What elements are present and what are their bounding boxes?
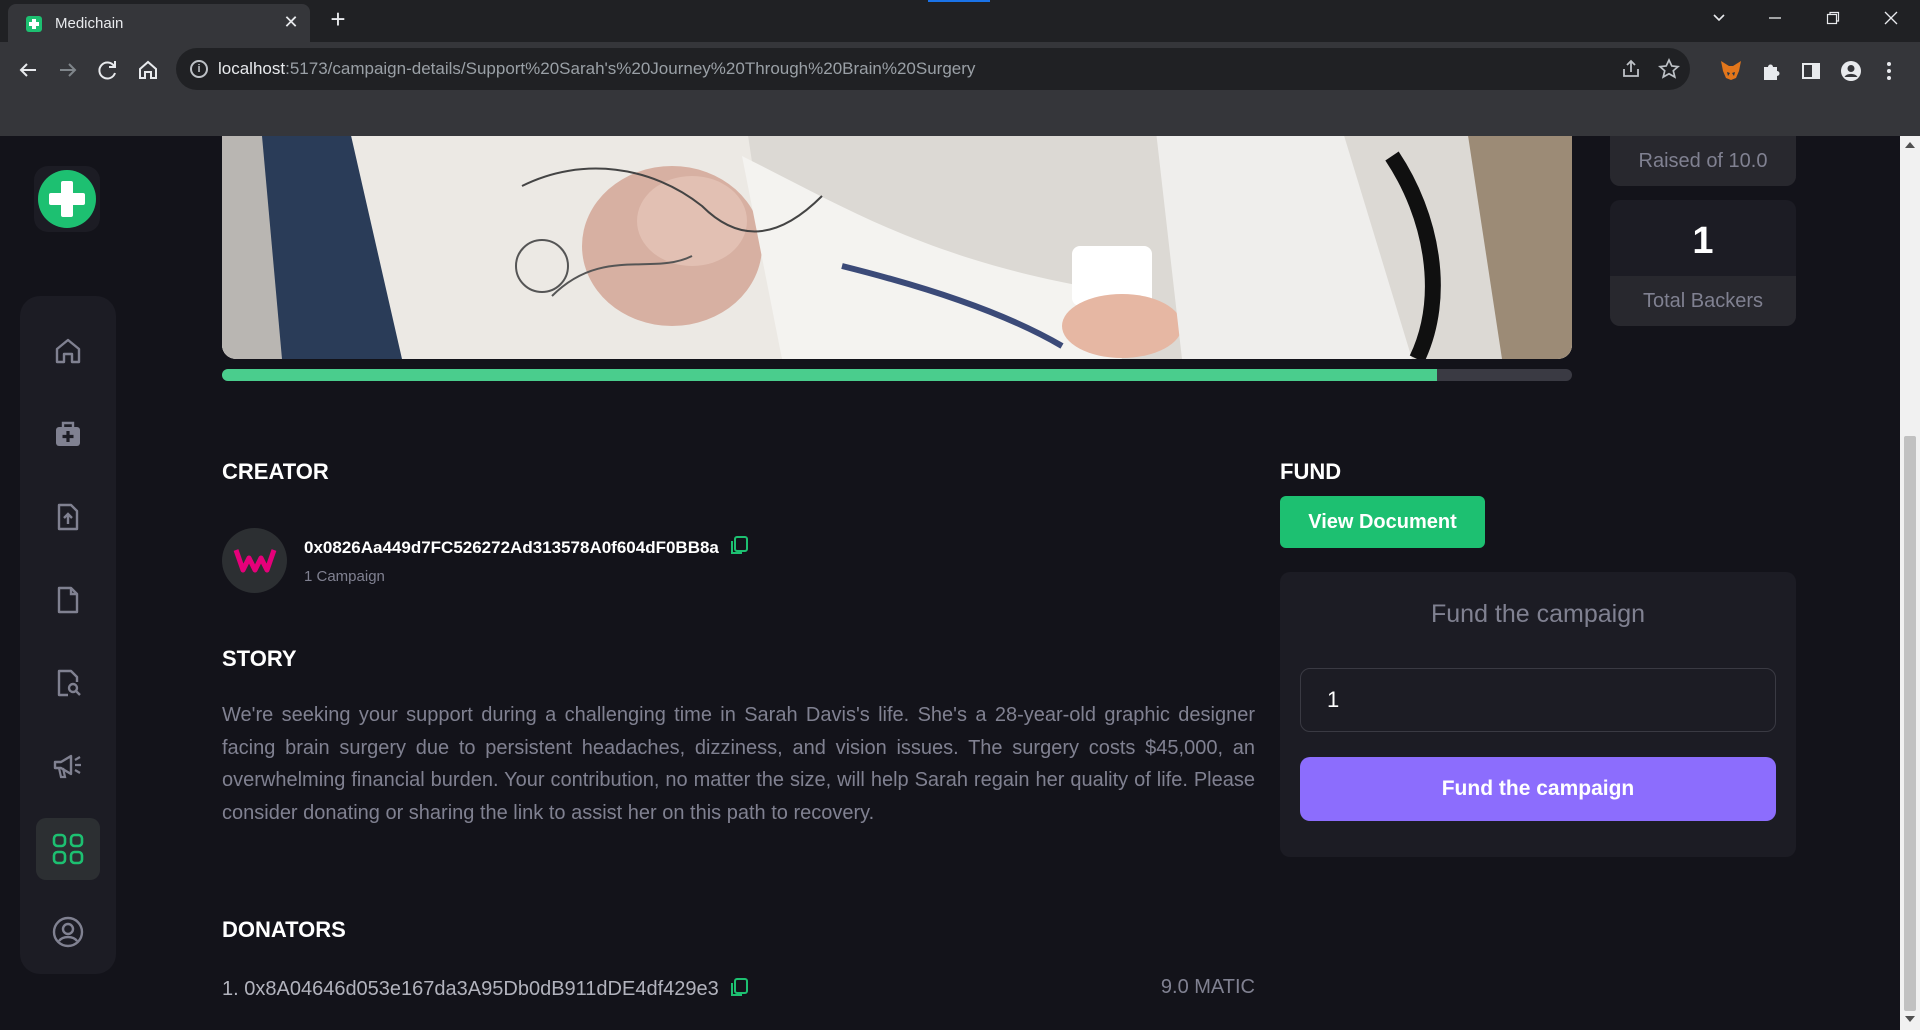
home-browser-icon[interactable] [134,56,162,84]
url-text: localhost:5173/campaign-details/Support%… [218,59,975,79]
metamask-fox-icon[interactable] [1719,58,1741,80]
campaign-image [222,136,1572,359]
creator-avatar [222,528,287,593]
browser-toolbar: i localhost:5173/campaign-details/Suppor… [0,42,1920,98]
browser-tab[interactable]: Medichain ✕ [8,4,310,42]
tab-search-icon[interactable] [1704,6,1734,32]
tab-title: Medichain [55,15,124,32]
fund-amount-input[interactable] [1300,668,1776,732]
medichain-favicon-icon [26,16,42,32]
address-bar[interactable]: i localhost:5173/campaign-details/Suppor… [176,48,1690,90]
reload-icon[interactable] [94,56,122,84]
sidebar-item-documents[interactable] [36,569,100,631]
story-heading: Story [222,646,297,671]
minimize-icon[interactable] [1760,6,1790,32]
close-window-icon[interactable] [1876,6,1906,32]
medichain-logo[interactable] [34,166,100,232]
view-document-button[interactable]: View Document [1280,496,1485,548]
creator-logo-icon [233,549,277,573]
scrollbar-thumb[interactable] [1904,436,1916,1011]
sidebar-item-verify[interactable] [36,652,100,714]
sidebar [20,296,116,974]
medical-cross-icon [38,170,96,228]
donator-address: 1. 0x8A04646d053e167da3A95Db0dB911dDE4df… [222,978,719,1000]
page-scrollbar[interactable] [1900,136,1920,1030]
bookmark-star-icon[interactable] [1657,57,1681,80]
story-text: We're seeking your support during a chal… [222,704,1255,824]
raised-label: Raised of 10.0 [1610,136,1796,186]
profile-icon [52,916,84,948]
sidebar-item-dashboard[interactable] [36,818,100,880]
sidebar-item-campaigns[interactable] [36,403,100,465]
fund-card: Fund the campaign Fund the campaign [1280,572,1796,857]
home-icon [55,338,81,364]
grid-icon [52,833,84,865]
new-tab-icon[interactable]: + [325,6,351,32]
page-viewport: Raised of 10.0 1 Total Backers Creator 0… [0,136,1900,1030]
profile-avatar-icon[interactable] [1840,60,1862,82]
megaphone-icon [53,754,81,779]
creator-campaign-count: 1 Campaign [304,568,385,585]
sidebar-item-upload[interactable] [36,486,100,548]
funding-progress-fill [222,369,1437,381]
fund-campaign-button[interactable]: Fund the campaign [1300,757,1776,821]
raised-stat-card: Raised of 10.0 [1610,136,1796,186]
document-icon [57,586,79,614]
scroll-down-icon[interactable] [1905,1016,1915,1022]
sidebar-item-profile[interactable] [36,901,100,963]
donators-heading: Donators [222,917,346,942]
backers-stat-card: 1 Total Backers [1610,200,1796,326]
restore-icon[interactable] [1818,6,1848,32]
scroll-up-icon[interactable] [1905,142,1915,148]
browser-menu-icon[interactable] [1878,60,1900,82]
creator-address-text: 0x0826Aa449d7FC526272Ad313578A0f604dF0BB… [304,538,719,557]
side-panel-icon[interactable] [1800,60,1822,82]
file-upload-icon [57,503,79,531]
tab-strip-accent [928,0,990,2]
backers-value: 1 [1692,220,1714,262]
extensions-puzzle-icon[interactable] [1760,60,1782,82]
sidebar-item-announcements[interactable] [36,735,100,797]
fund-heading: Fund [1280,459,1342,484]
creator-address: 0x0826Aa449d7FC526272Ad313578A0f604dF0BB… [304,534,750,558]
site-info-icon[interactable]: i [190,60,208,78]
donator-row: 1. 0x8A04646d053e167da3A95Db0dB911dDE4df… [222,976,1255,1001]
share-icon[interactable] [1620,58,1642,80]
copy-icon[interactable] [728,534,750,556]
sidebar-item-home[interactable] [36,320,100,382]
funding-progress-bar [222,369,1572,381]
medical-kit-icon [56,421,80,446]
backers-label: Total Backers [1610,276,1796,326]
back-icon[interactable] [14,56,42,84]
fund-card-title: Fund the campaign [1430,600,1646,628]
url-host: localhost [218,59,286,78]
creator-heading: Creator [222,459,329,484]
url-path: :5173/campaign-details/Support%20Sarah's… [285,59,976,78]
bookmarks-bar [0,98,1920,136]
donator-amount: 9.0 MATIC [1160,976,1255,998]
browser-tab-bar: Medichain ✕ + [0,0,1920,42]
tab-close-icon[interactable]: ✕ [280,11,302,33]
document-search-icon [57,669,81,697]
copy-icon[interactable] [728,976,750,998]
forward-icon[interactable] [54,56,82,84]
